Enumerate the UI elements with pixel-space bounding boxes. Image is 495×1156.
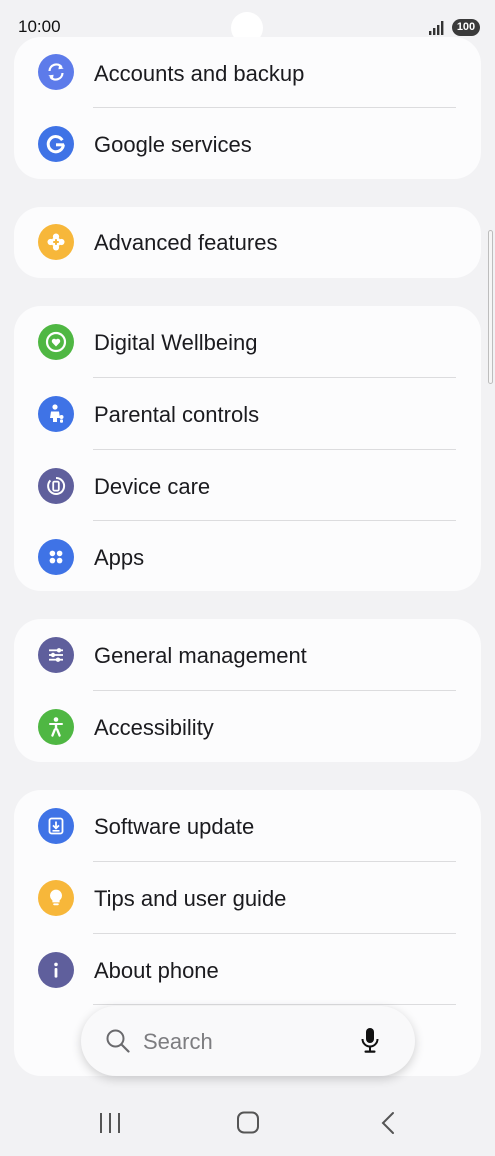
settings-item-parental-controls[interactable]: Parental controls bbox=[14, 378, 481, 450]
settings-item-label: Parental controls bbox=[94, 402, 260, 427]
sync-icon bbox=[38, 54, 74, 90]
settings-item-label: Device care bbox=[94, 474, 211, 499]
lightbulb-icon bbox=[38, 880, 74, 916]
settings-item-device-care[interactable]: Device care bbox=[14, 450, 481, 522]
settings-item-advanced-features[interactable]: Advanced features bbox=[14, 207, 481, 279]
settings-item-label: Advanced features bbox=[94, 230, 278, 255]
device-care-icon bbox=[38, 468, 74, 504]
settings-item-apps[interactable]: Apps bbox=[14, 521, 481, 593]
settings-item-general-management[interactable]: General management bbox=[14, 619, 481, 691]
download-icon bbox=[38, 808, 74, 844]
battery-indicator: 100 bbox=[452, 19, 480, 36]
settings-group-management: General management Accessibility bbox=[14, 619, 481, 762]
settings-group-advanced: Advanced features bbox=[14, 207, 481, 278]
sliders-icon bbox=[38, 637, 74, 673]
settings-item-about-phone[interactable]: About phone bbox=[14, 934, 481, 1006]
settings-item-label: About phone bbox=[94, 958, 219, 983]
apps-grid-icon bbox=[38, 539, 74, 575]
settings-item-label: Google services bbox=[94, 132, 252, 157]
settings-group-accounts: Accounts and backup Google services bbox=[14, 37, 481, 179]
accessibility-person-icon bbox=[38, 709, 74, 745]
info-icon bbox=[38, 952, 74, 988]
scrollbar[interactable] bbox=[488, 230, 493, 384]
settings-item-google-services[interactable]: Google services bbox=[14, 108, 481, 180]
search-input[interactable]: Search bbox=[143, 1029, 213, 1055]
recents-icon[interactable] bbox=[90, 1108, 130, 1138]
settings-item-label: General management bbox=[94, 643, 307, 668]
parent-child-icon bbox=[38, 396, 74, 432]
google-icon bbox=[38, 126, 74, 162]
settings-item-tips-user-guide[interactable]: Tips and user guide bbox=[14, 862, 481, 934]
settings-item-label: Accessibility bbox=[94, 715, 214, 740]
settings-item-software-update[interactable]: Software update bbox=[14, 790, 481, 862]
heart-ring-icon bbox=[38, 324, 74, 360]
settings-item-label: Digital Wellbeing bbox=[94, 330, 258, 355]
settings-item-label: Accounts and backup bbox=[94, 61, 305, 86]
search-bar[interactable]: Search bbox=[81, 1006, 415, 1076]
search-icon bbox=[106, 1029, 130, 1053]
back-icon[interactable] bbox=[367, 1108, 407, 1138]
settings-item-digital-wellbeing[interactable]: Digital Wellbeing bbox=[14, 306, 481, 378]
gear-plus-icon bbox=[38, 224, 74, 260]
settings-item-accessibility[interactable]: Accessibility bbox=[14, 691, 481, 763]
microphone-icon[interactable] bbox=[359, 1026, 381, 1056]
settings-group-wellbeing: Digital Wellbeing Parental controls Devi… bbox=[14, 306, 481, 591]
signal-icon bbox=[429, 21, 444, 35]
navigation-bar bbox=[0, 1090, 495, 1156]
divider bbox=[93, 1004, 456, 1005]
settings-item-label: Tips and user guide bbox=[94, 886, 287, 911]
settings-item-label: Software update bbox=[94, 814, 255, 839]
status-time: 10:00 bbox=[18, 17, 61, 36]
home-icon[interactable] bbox=[228, 1108, 268, 1138]
settings-item-label: Apps bbox=[94, 545, 145, 570]
settings-item-accounts-backup[interactable]: Accounts and backup bbox=[14, 37, 481, 109]
